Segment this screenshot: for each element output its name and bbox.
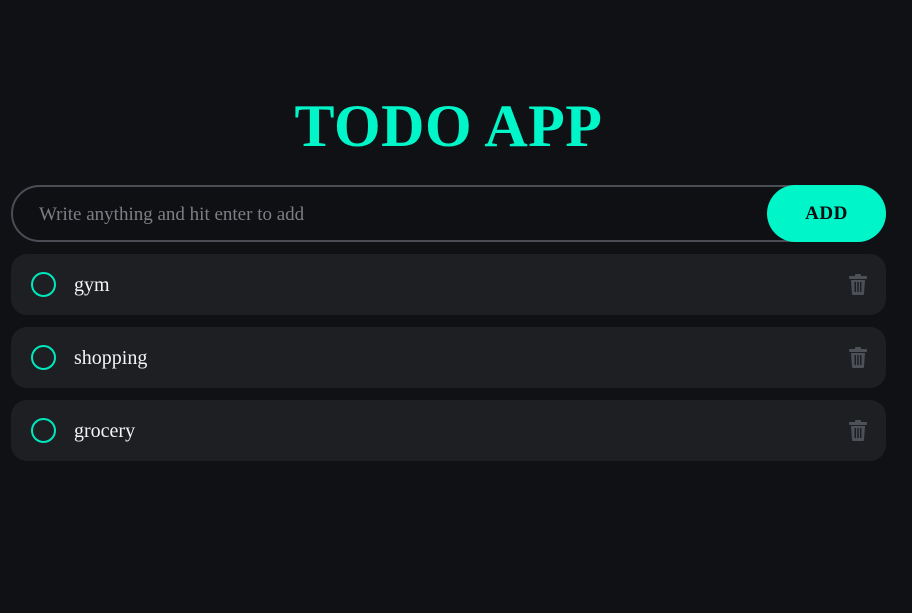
todo-item: shopping (11, 327, 886, 388)
page-title: TODO APP (294, 93, 603, 159)
checkbox-circle-icon[interactable] (31, 272, 56, 297)
trash-icon[interactable] (849, 420, 867, 441)
todo-list: gym shopping grocery (11, 254, 886, 473)
checkbox-circle-icon[interactable] (31, 418, 56, 443)
todo-input[interactable] (37, 187, 741, 242)
todo-input-container (11, 185, 886, 242)
add-button[interactable]: ADD (767, 185, 886, 242)
todo-item: gym (11, 254, 886, 315)
checkbox-circle-icon[interactable] (31, 345, 56, 370)
todo-text: shopping (74, 347, 148, 369)
trash-icon[interactable] (849, 274, 867, 295)
todo-item: grocery (11, 400, 886, 461)
todo-app: TODO APP ADD gym shopping (0, 0, 912, 613)
todo-text: gym (74, 274, 110, 296)
todo-text: grocery (74, 420, 136, 442)
trash-icon[interactable] (849, 347, 867, 368)
